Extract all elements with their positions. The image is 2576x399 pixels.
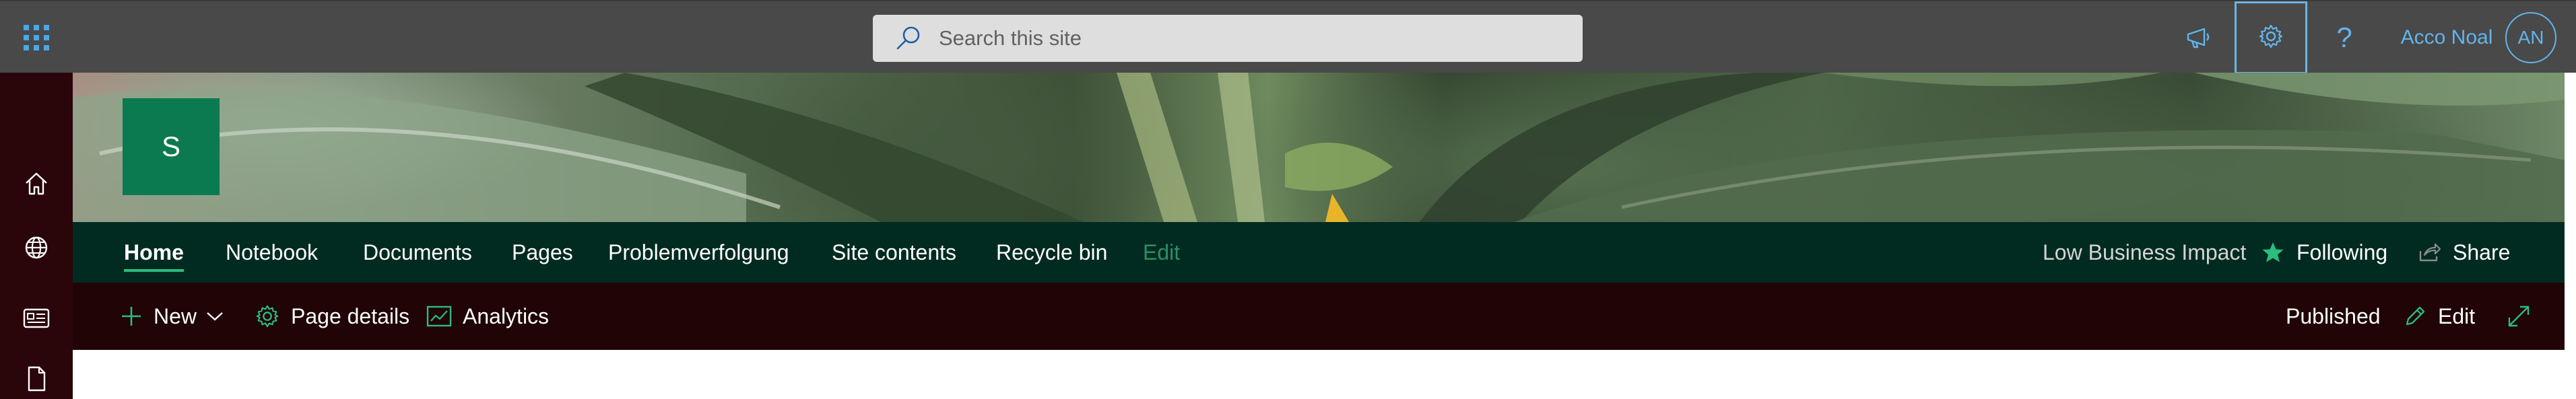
- command-bar: New Page details Analytics Published Edi…: [73, 283, 2565, 350]
- globe-icon[interactable]: [0, 217, 73, 278]
- megaphone-icon[interactable]: [2175, 1, 2222, 74]
- news-icon[interactable]: [0, 288, 73, 349]
- edit-button[interactable]: Edit: [2403, 283, 2475, 350]
- nav-item-site-contents[interactable]: Site contents: [832, 222, 956, 283]
- pencil-icon: [2403, 304, 2427, 328]
- app-launcher-waffle-icon[interactable]: [20, 22, 51, 52]
- document-icon[interactable]: [0, 349, 73, 399]
- app-bar: [0, 73, 73, 399]
- star-filled-icon: [2261, 241, 2284, 264]
- following-button[interactable]: Following: [2261, 222, 2387, 283]
- share-label: Share: [2453, 240, 2511, 264]
- avatar: AN: [2505, 12, 2556, 63]
- page-status: Published: [2286, 303, 2381, 328]
- nav-edit-link[interactable]: Edit: [1143, 222, 1180, 283]
- suite-bar: Search this site ? Acco Noal AN: [0, 0, 2576, 74]
- edit-label: Edit: [2438, 303, 2476, 328]
- nav-item-recycle-bin[interactable]: Recycle bin: [996, 222, 1107, 283]
- expand-icon[interactable]: [2507, 283, 2531, 350]
- nav-item-problemverfolgung[interactable]: Problemverfolgung: [608, 222, 789, 283]
- search-icon: [894, 24, 923, 52]
- help-button[interactable]: ?: [2321, 1, 2368, 74]
- page-details-label: Page details: [291, 303, 410, 328]
- site-logo[interactable]: S: [123, 98, 220, 195]
- plus-icon: [120, 305, 143, 328]
- help-icon: ?: [2336, 22, 2352, 53]
- settings-button[interactable]: [2235, 1, 2307, 74]
- new-button[interactable]: New: [120, 283, 224, 350]
- search-input[interactable]: Search this site: [939, 26, 1082, 50]
- classification-label: Low Business Impact: [2043, 240, 2247, 264]
- search-box[interactable]: Search this site: [873, 15, 1583, 62]
- sharepoint-page: Search this site ? Acco Noal AN S Home N…: [0, 0, 2576, 399]
- gear-icon: [255, 303, 280, 329]
- site-header-banner-image: [73, 73, 2565, 222]
- nav-item-notebook[interactable]: Notebook: [226, 222, 318, 283]
- gear-icon: [2257, 23, 2284, 53]
- avatar-button[interactable]: AN: [2504, 1, 2558, 74]
- analytics-icon: [426, 305, 452, 328]
- chevron-down-icon: [206, 311, 224, 322]
- site-navigation: Home Notebook Documents Pages Problemver…: [73, 222, 2565, 283]
- page-details-button[interactable]: Page details: [255, 283, 409, 350]
- nav-item-home[interactable]: Home: [124, 222, 184, 283]
- share-icon: [2418, 242, 2441, 263]
- home-icon[interactable]: [0, 153, 73, 214]
- page-canvas: [73, 350, 2565, 399]
- following-label: Following: [2297, 240, 2388, 264]
- user-name[interactable]: Acco Noal: [2389, 1, 2504, 74]
- share-button[interactable]: Share: [2418, 222, 2510, 283]
- scrollbar-gutter: [2565, 73, 2576, 399]
- analytics-button[interactable]: Analytics: [426, 283, 549, 350]
- new-label: New: [154, 303, 197, 328]
- analytics-label: Analytics: [463, 303, 550, 328]
- nav-item-documents[interactable]: Documents: [363, 222, 472, 283]
- nav-item-pages[interactable]: Pages: [512, 222, 573, 283]
